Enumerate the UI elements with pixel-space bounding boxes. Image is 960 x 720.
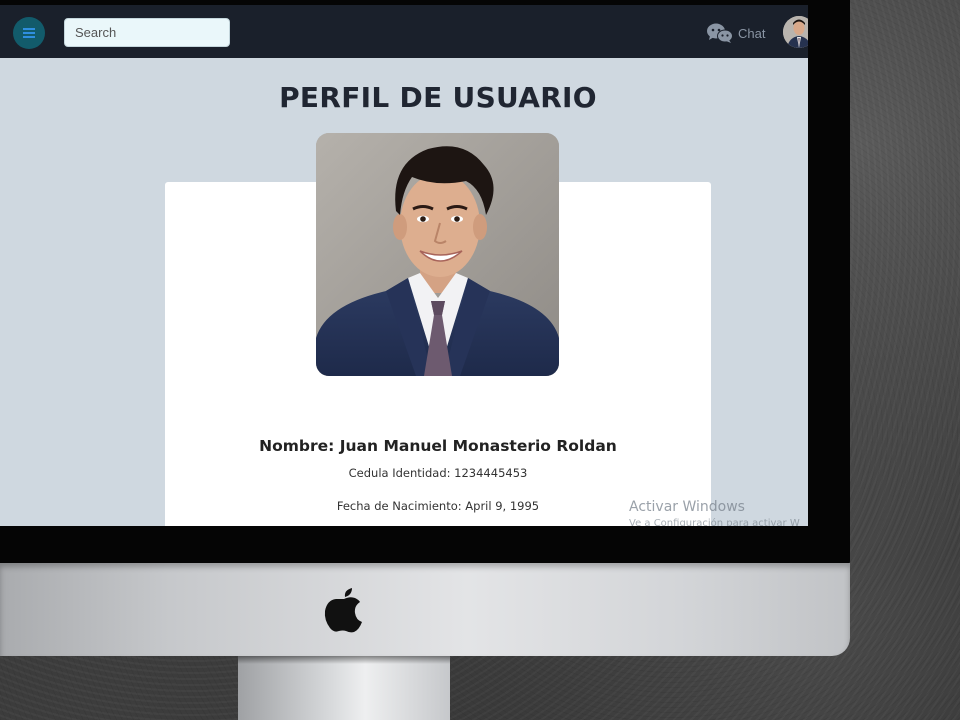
- wechat-icon: [707, 23, 733, 43]
- monitor-stand: [238, 656, 450, 720]
- stand-shadow: [238, 656, 450, 664]
- apple-logo-icon: [324, 588, 362, 633]
- chat-label: Chat: [738, 25, 766, 41]
- profile-name: Nombre: Juan Manuel Monasterio Roldan: [259, 437, 617, 455]
- user-avatar[interactable]: [783, 16, 808, 48]
- windows-activation-watermark: Activar Windows: [629, 499, 745, 515]
- search-input[interactable]: [64, 18, 230, 47]
- profile-photo: [316, 133, 559, 376]
- menu-button[interactable]: [13, 17, 45, 49]
- chat-link[interactable]: Chat: [706, 21, 765, 45]
- page-title: PERFIL DE USUARIO: [279, 81, 597, 114]
- top-navbar: Chat: [0, 5, 808, 58]
- hamburger-menu-icon: [23, 27, 35, 39]
- avatar-image: [783, 16, 808, 48]
- monitor-screen: Chat PERFIL DE USUARIO: [0, 5, 808, 526]
- monitor-chin: [0, 563, 850, 656]
- windows-activation-subtitle: Ve a Configuración para activar W: [629, 518, 800, 526]
- profile-cedula: Cedula Identidad: 1234445453: [348, 466, 528, 480]
